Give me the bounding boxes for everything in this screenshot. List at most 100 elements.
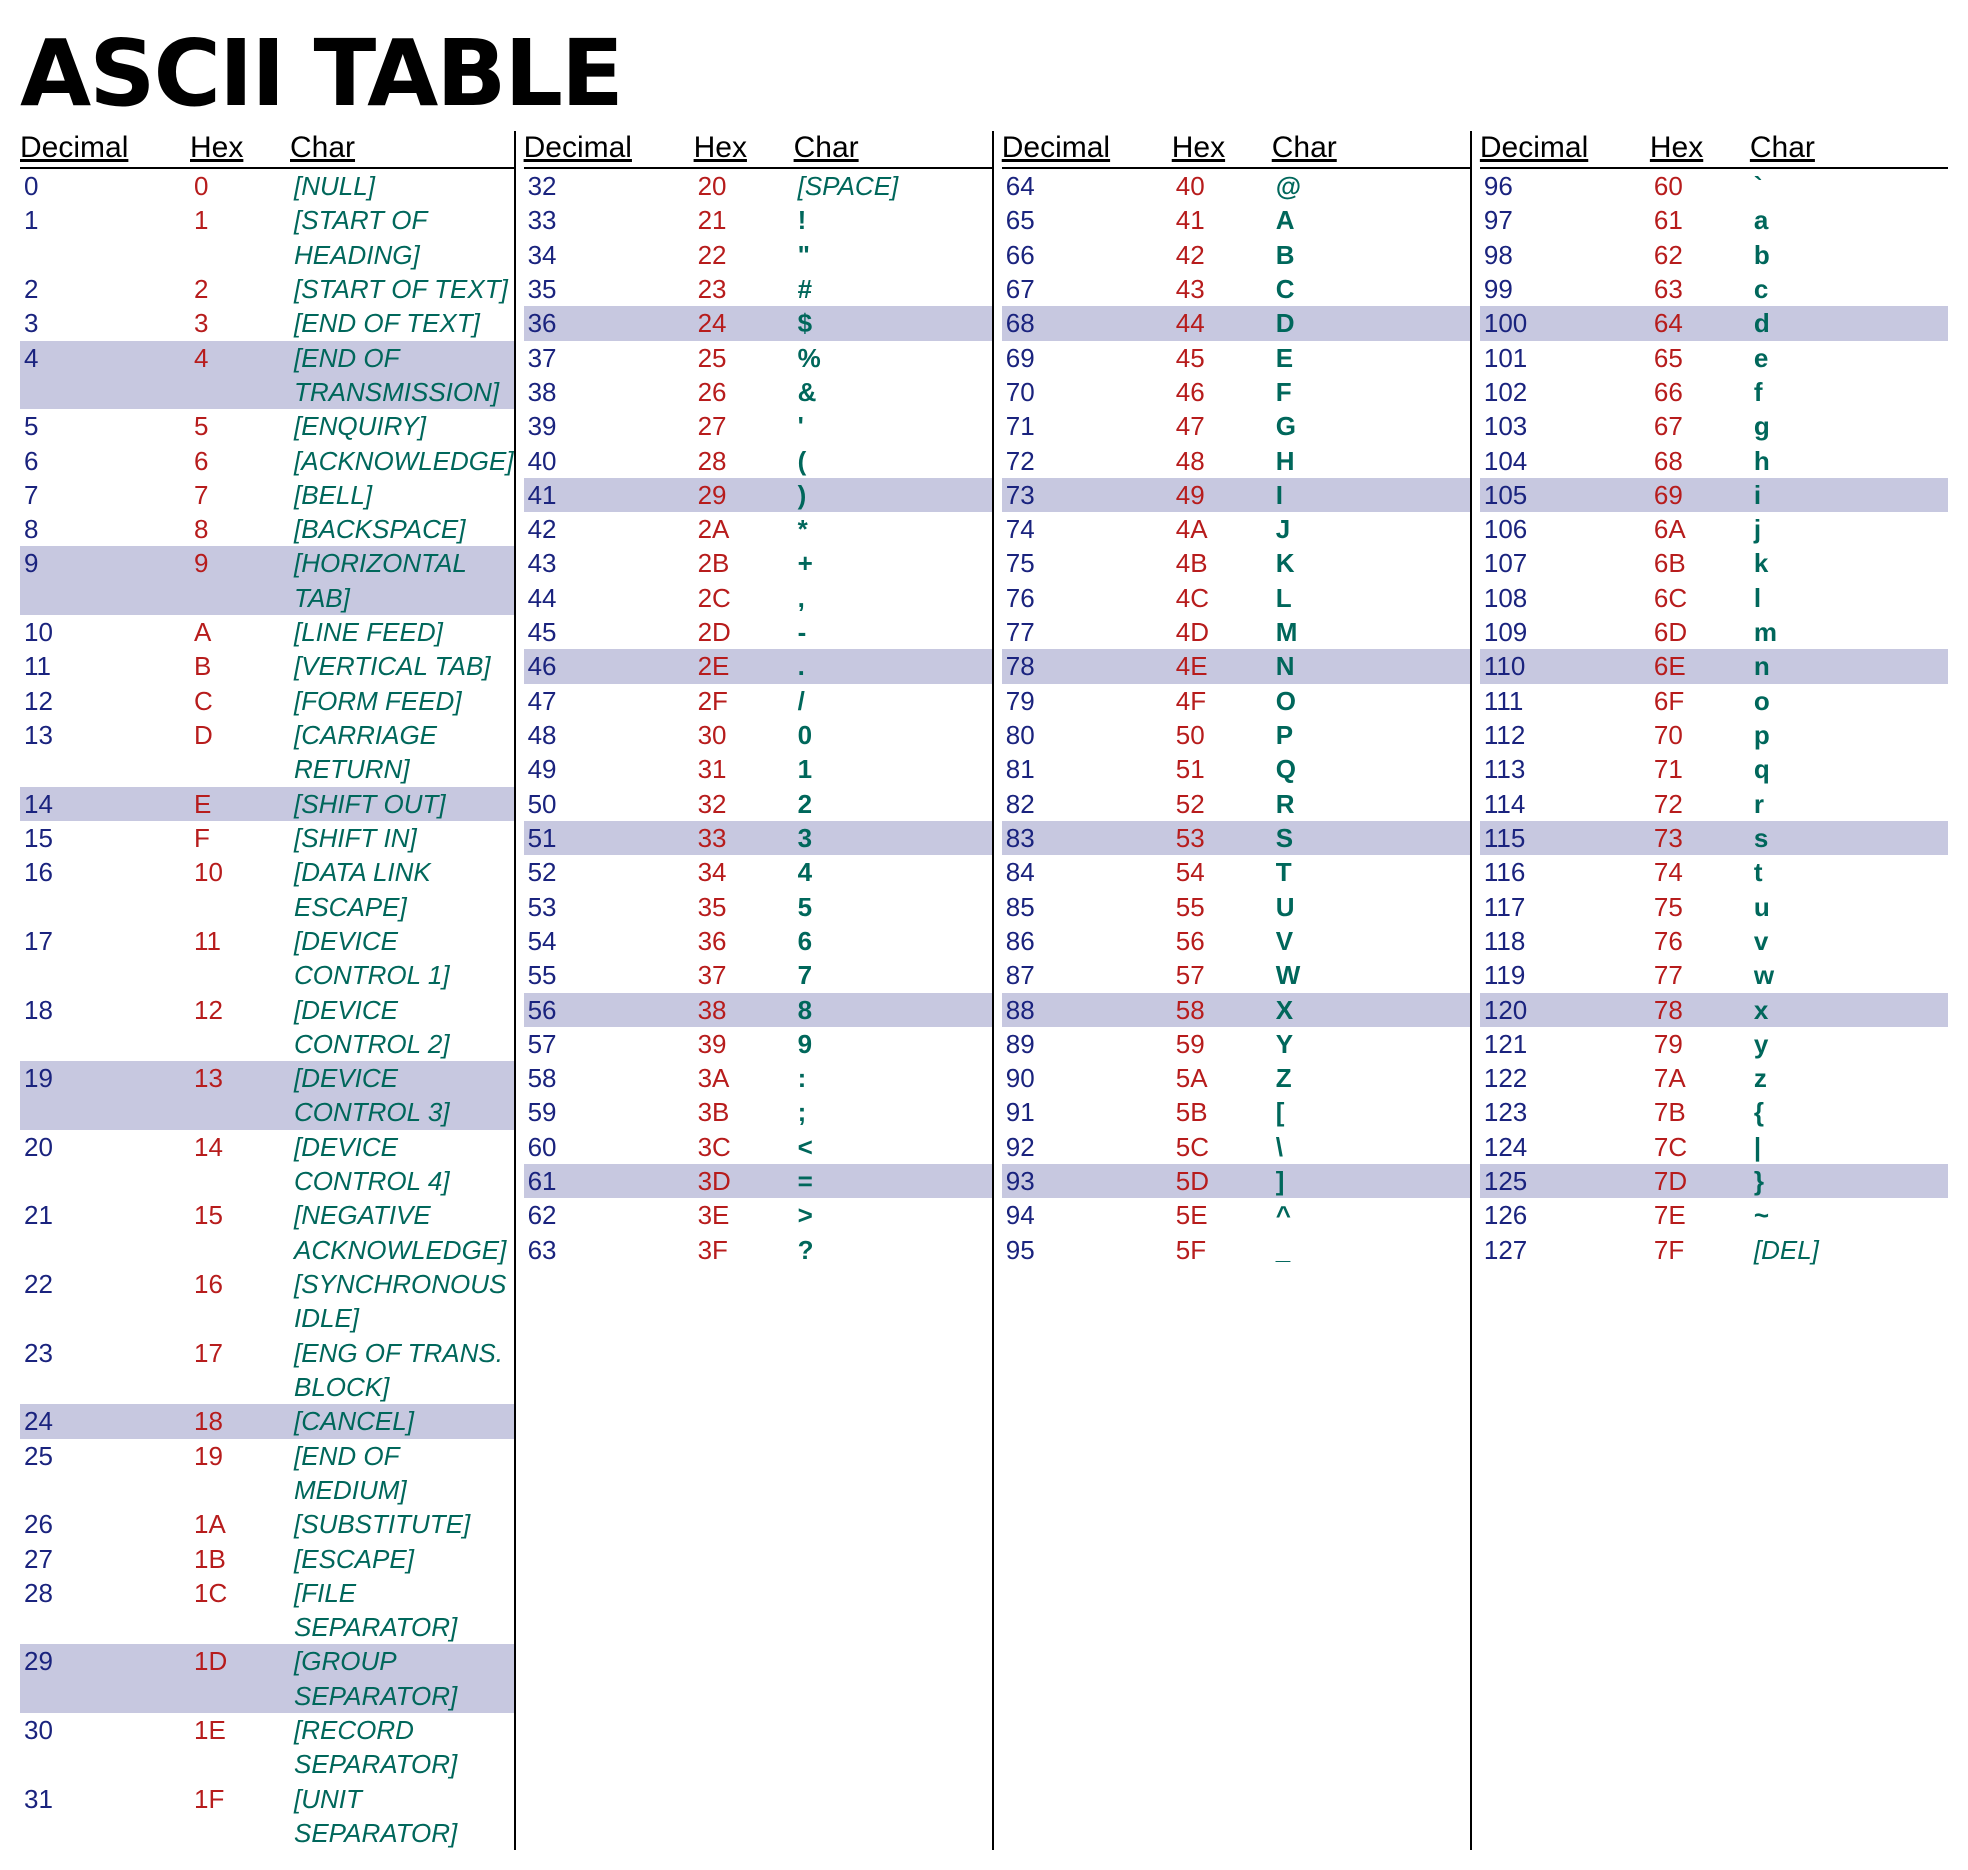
cell-decimal: 30 <box>24 1713 194 1747</box>
table-row: 99[HORIZONTAL TAB] <box>20 546 514 615</box>
table-row: 12C[FORM FEED] <box>20 684 514 718</box>
cell-hex: 19 <box>194 1439 294 1473</box>
cell-decimal: 65 <box>1006 203 1176 237</box>
cell-hex: 4F <box>1176 684 1276 718</box>
cell-decimal: 93 <box>1006 1164 1176 1198</box>
table-row: 301E[RECORD SEPARATOR] <box>20 1713 514 1782</box>
cell-hex: 31 <box>698 752 798 786</box>
table-row: 613D= <box>524 1164 992 1198</box>
cell-decimal: 34 <box>528 238 698 272</box>
table-row: 11775u <box>1480 890 1948 924</box>
cell-char: [END OF TEXT] <box>294 306 514 340</box>
header-hex: Hex <box>1172 131 1272 165</box>
cell-char: & <box>798 375 992 409</box>
table-row: 52344 <box>524 855 992 889</box>
cell-decimal: 99 <box>1484 272 1654 306</box>
cell-decimal: 100 <box>1484 306 1654 340</box>
cell-hex: 53 <box>1176 821 1276 855</box>
cell-hex: 70 <box>1654 718 1754 752</box>
table-row: 8656V <box>1002 924 1470 958</box>
table-row: 2418[CANCEL] <box>20 1404 514 1438</box>
cell-decimal: 105 <box>1484 478 1654 512</box>
cell-decimal: 61 <box>528 1164 698 1198</box>
table-row: 10569i <box>1480 478 1948 512</box>
cell-decimal: 13 <box>24 718 194 752</box>
cell-char: A <box>1276 203 1470 237</box>
cell-char: = <box>798 1164 992 1198</box>
cell-decimal: 5 <box>24 409 194 443</box>
cell-hex: 51 <box>1176 752 1276 786</box>
cell-hex: 21 <box>698 203 798 237</box>
cell-char: ~ <box>1754 1198 1948 1232</box>
cell-decimal: 98 <box>1484 238 1654 272</box>
table-row: 261A[SUBSTITUTE] <box>20 1507 514 1541</box>
cell-hex: 7D <box>1654 1164 1754 1198</box>
cell-hex: 34 <box>698 855 798 889</box>
table-row: 15F[SHIFT IN] <box>20 821 514 855</box>
cell-hex: 22 <box>698 238 798 272</box>
cell-decimal: 16 <box>24 855 194 889</box>
table-row: 311F[UNIT SEPARATOR] <box>20 1782 514 1851</box>
table-row: 00[NULL] <box>20 169 514 203</box>
cell-decimal: 122 <box>1484 1061 1654 1095</box>
cell-char: [END OF MEDIUM] <box>294 1439 514 1508</box>
cell-hex: 2E <box>698 649 798 683</box>
cell-hex: 16 <box>194 1267 294 1301</box>
cell-decimal: 118 <box>1484 924 1654 958</box>
cell-hex: 41 <box>1176 203 1276 237</box>
cell-hex: 61 <box>1654 203 1754 237</box>
table-row: 44[END OF TRANSMISSION] <box>20 341 514 410</box>
cell-decimal: 52 <box>528 855 698 889</box>
cell-hex: 2F <box>698 684 798 718</box>
cell-char: 4 <box>798 855 992 889</box>
header-hex: Hex <box>1650 131 1750 165</box>
cell-char: [RECORD SEPARATOR] <box>294 1713 514 1782</box>
cell-hex: 17 <box>194 1336 294 1370</box>
table-row: 6844D <box>1002 306 1470 340</box>
table-row: 281C[FILE SEPARATOR] <box>20 1576 514 1645</box>
cell-decimal: 35 <box>528 272 698 306</box>
cell-hex: 4C <box>1176 581 1276 615</box>
cell-char: v <box>1754 924 1948 958</box>
cell-decimal: 59 <box>528 1095 698 1129</box>
table-row: 77[BELL] <box>20 478 514 512</box>
table-row: 462E. <box>524 649 992 683</box>
table-row: 754BK <box>1002 546 1470 580</box>
table-row: 6743C <box>1002 272 1470 306</box>
table-row: 10266f <box>1480 375 1948 409</box>
cell-hex: 23 <box>698 272 798 306</box>
cell-decimal: 21 <box>24 1198 194 1232</box>
cell-char: 0 <box>798 718 992 752</box>
table-row: 2115[NEGATIVE ACKNOWLEDGE] <box>20 1198 514 1267</box>
cell-char: d <box>1754 306 1948 340</box>
table-row: 1066Aj <box>1480 512 1948 546</box>
cell-decimal: 126 <box>1484 1198 1654 1232</box>
cell-hex: 47 <box>1176 409 1276 443</box>
cell-hex: 3E <box>698 1198 798 1232</box>
cell-char: / <box>798 684 992 718</box>
cell-hex: 58 <box>1176 993 1276 1027</box>
table-row: 11270p <box>1480 718 1948 752</box>
cell-decimal: 121 <box>1484 1027 1654 1061</box>
header-dec: Decimal <box>1480 131 1650 165</box>
cell-hex: 5E <box>1176 1198 1276 1232</box>
cell-decimal: 91 <box>1006 1095 1176 1129</box>
cell-hex: 33 <box>698 821 798 855</box>
cell-char: K <box>1276 546 1470 580</box>
cell-decimal: 58 <box>528 1061 698 1095</box>
table-row: 66[ACKNOWLEDGE] <box>20 444 514 478</box>
cell-hex: 1 <box>194 203 294 237</box>
cell-hex: 36 <box>698 924 798 958</box>
table-row: 1277F[DEL] <box>1480 1233 1948 1267</box>
cell-decimal: 24 <box>24 1404 194 1438</box>
cell-char: [BACKSPACE] <box>294 512 514 546</box>
cell-hex: 5D <box>1176 1164 1276 1198</box>
table-row: 3927' <box>524 409 992 443</box>
cell-decimal: 107 <box>1484 546 1654 580</box>
cell-decimal: 94 <box>1006 1198 1176 1232</box>
table-row: 48300 <box>524 718 992 752</box>
cell-hex: 74 <box>1654 855 1754 889</box>
cell-hex: 6B <box>1654 546 1754 580</box>
table-row: 955F_ <box>1002 1233 1470 1267</box>
cell-char: a <box>1754 203 1948 237</box>
